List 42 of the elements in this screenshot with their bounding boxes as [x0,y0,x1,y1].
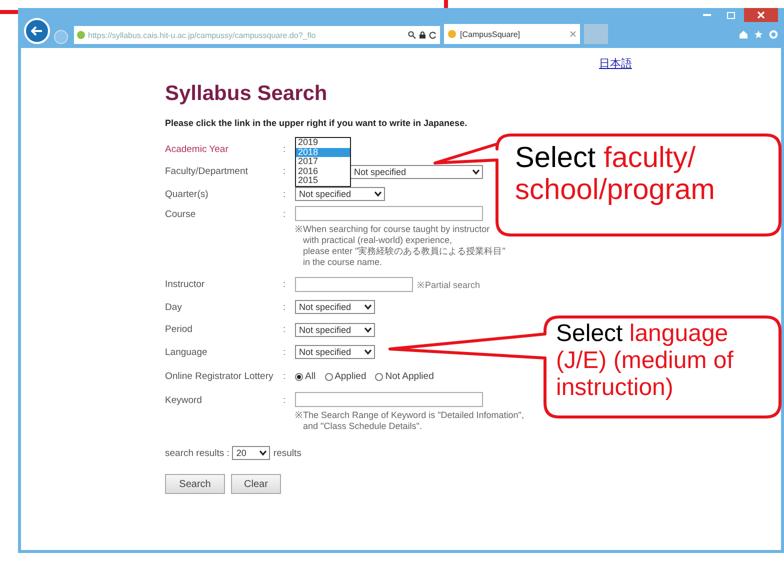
callout-text: Select language (J/E) (medium of instruction) [556,321,734,402]
colon: : [283,346,287,358]
field-label: Period [165,324,194,336]
select-field[interactable]: Not specified [295,300,375,314]
field-label: Language [165,346,208,358]
colon: : [283,208,287,220]
note-text: ※When searching for course taught by instructor with practical (real-world) experience, please enter "実務経験のある教員による授業科目" in the course name. [295,224,506,268]
select-field[interactable]: Not specified [295,345,375,360]
field-label: Day [165,302,183,313]
radio-option[interactable]: Not Applied [375,371,434,382]
form-button[interactable]: Clear [231,474,281,494]
field-label: Course [165,208,197,220]
results-suffix: results [273,448,302,458]
colon: : [283,394,287,406]
select-field[interactable]: Not specified [295,322,375,337]
note-text: ※The Search Range of Keyword is "Detailed Infomation", and "Class Schedule Details". [295,410,524,432]
instruction-text: Please click the link in the upper right if you want to write in Japanese. [165,118,468,128]
callout-text: Select faculty/ school/program [515,142,716,207]
page-title: Syllabus Search [165,82,328,106]
colon: : [283,371,287,382]
form-button[interactable]: Search [165,474,225,494]
field-label: Quarter(s) [165,188,210,200]
browser-tab[interactable]: [CampusSquare] [444,24,580,44]
field-label: Online Registrator Lottery [165,371,274,382]
colon: : [283,188,287,200]
field-label: Keyword [165,394,203,406]
radio-option[interactable]: All [295,371,316,382]
results-label: search results : [165,448,230,458]
radio-option[interactable]: Applied [324,371,366,382]
field-label: Instructor [165,279,206,290]
hint-text: ※Partial search [417,279,480,292]
field-label: Faculty/Department [165,166,249,178]
colon: : [283,302,287,313]
colon: : [283,166,287,178]
language-link[interactable]: 日本語 [599,56,632,71]
colon: : [283,279,287,290]
results-select[interactable]: 20 [232,446,270,460]
year-dropdown-menu[interactable]: 2019 2018 2017 2016 2015 [295,137,351,187]
field-label: Academic Year [165,144,230,155]
colon: : [283,144,287,155]
select-field[interactable]: Not specified [295,187,385,202]
colon: : [283,324,287,336]
